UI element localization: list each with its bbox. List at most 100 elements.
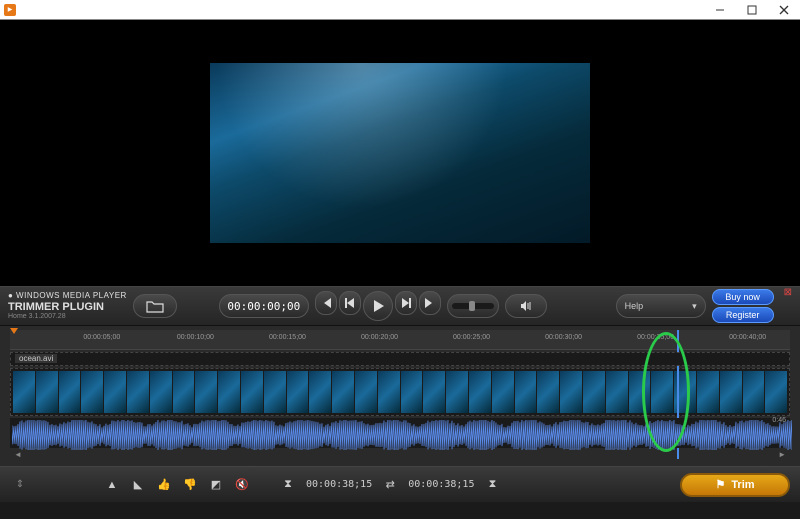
video-thumbnail [651,371,673,413]
trim-button[interactable]: ⚑ Trim [680,473,790,497]
open-file-button[interactable] [133,294,177,318]
video-thumbnail [81,371,103,413]
maximize-button[interactable] [736,0,768,20]
thumbs-down-icon[interactable]: 👎 [180,475,200,495]
scroll-right-icon[interactable]: ► [778,450,786,459]
video-track[interactable] [10,368,790,416]
app-icon [4,4,16,16]
swap-icon[interactable]: ⇄ [380,475,400,495]
video-thumbnail [537,371,559,413]
control-panel: ● WINDOWS MEDIA PLAYER TRIMMER PLUGIN Ho… [0,286,800,326]
ruler-tick: 00:00:20;00 [361,334,398,341]
out-point-icon[interactable]: ⧗ [482,475,502,495]
video-thumbnail [401,371,423,413]
ruler-tick: 00:00:15;00 [269,334,306,341]
video-thumbnail [515,371,537,413]
video-thumbnail [765,371,787,413]
video-thumbnail [720,371,742,413]
video-thumbnail [127,371,149,413]
video-thumbnail [355,371,377,413]
timecode-display: 00:00:00;00 [219,294,309,318]
buy-now-button[interactable]: Buy now [712,289,774,305]
mute-icon[interactable]: 🔇 [232,475,252,495]
transport-controls [315,291,441,321]
video-frame [210,63,590,243]
video-thumbnail [195,371,217,413]
video-thumbnail [36,371,58,413]
go-start-button[interactable] [315,291,337,315]
panel-close-icon[interactable]: ⊠ [784,287,792,298]
video-thumbnail [629,371,651,413]
brand-version: Home 3.1.2007.28 [8,313,127,321]
go-end-button[interactable] [419,291,441,315]
window-titlebar [0,0,800,20]
ruler-tick: 00:00:05;00 [83,334,120,341]
video-thumbnail [309,371,331,413]
video-thumbnail [104,371,126,413]
video-thumbnail [583,371,605,413]
time-ruler[interactable]: 00:00:05;00 00:00:10;00 00:00:15;00 00:00:2… [10,330,790,350]
marker-up2-icon[interactable]: ◣ [128,475,148,495]
chevron-down-icon: ▾ [692,301,697,312]
zoom-slider[interactable] [447,294,499,318]
register-button[interactable]: Register [712,307,774,323]
step-forward-button[interactable] [395,291,417,315]
clip-name: ocean.avi [15,354,57,363]
video-thumbnail [492,371,514,413]
waveform-icon [12,420,792,450]
brand-line2: TRIMMER PLUGIN [8,301,127,313]
brand-line1: ● WINDOWS MEDIA PLAYER [8,292,127,301]
ruler-tick: 00:00:10;00 [177,334,214,341]
video-thumbnail [560,371,582,413]
brand-block: ● WINDOWS MEDIA PLAYER TRIMMER PLUGIN Ho… [8,292,127,321]
volume-slider[interactable] [505,294,547,318]
close-button[interactable] [768,0,800,20]
video-thumbnail [446,371,468,413]
video-thumbnail [13,371,35,413]
trim-label: Trim [731,479,754,491]
video-thumbnail [743,371,765,413]
video-thumbnail [218,371,240,413]
drag-handle-icon[interactable]: ⇕ [10,475,30,495]
help-dropdown[interactable]: Help ▾ [616,294,706,318]
in-point-flag-icon [10,328,18,334]
play-button[interactable] [363,291,393,321]
ruler-tick: 00:00:35;00 [637,334,674,341]
audio-track[interactable]: 0:46 [10,418,790,448]
bottom-bar: ⇕ ▲ ◣ 👍 👎 ◩ 🔇 ⧗ 00:00:38;15 ⇄ 00:00:38;1… [0,466,800,502]
in-timecode: 00:00:38;15 [304,479,374,490]
crop-icon[interactable]: ◩ [206,475,226,495]
video-preview-area [0,20,800,286]
ruler-tick: 00:00:40;00 [729,334,766,341]
clip-row: ocean.avi [10,352,790,366]
video-thumbnail [287,371,309,413]
help-label: Help [625,301,644,311]
video-thumbnail [423,371,445,413]
ruler-tick: 00:00:25;00 [453,334,490,341]
video-thumbnail [241,371,263,413]
thumbs-up-icon[interactable]: 👍 [154,475,174,495]
out-timecode: 00:00:38;15 [406,479,476,490]
video-thumbnail [173,371,195,413]
video-thumbnail [697,371,719,413]
timeline-panel: 00:00:05;00 00:00:10;00 00:00:15;00 00:00:2… [0,326,800,466]
minimize-button[interactable] [704,0,736,20]
scroll-left-icon[interactable]: ◄ [14,450,22,459]
video-thumbnail [378,371,400,413]
video-thumbnail [332,371,354,413]
marker-up-icon[interactable]: ▲ [102,475,122,495]
timecode-value: 00:00:00;00 [227,300,300,313]
buy-label: Buy now [725,293,760,302]
video-thumbnail [606,371,628,413]
video-thumbnail [59,371,81,413]
video-thumbnail [264,371,286,413]
step-back-button[interactable] [339,291,361,315]
speaker-icon [520,301,532,311]
register-label: Register [726,311,760,320]
video-thumbnail [469,371,491,413]
in-point-icon[interactable]: ⧗ [278,475,298,495]
ruler-tick: 00:00:30;00 [545,334,582,341]
folder-icon [146,299,164,313]
flag-icon: ⚑ [715,478,725,491]
video-thumbnail [150,371,172,413]
